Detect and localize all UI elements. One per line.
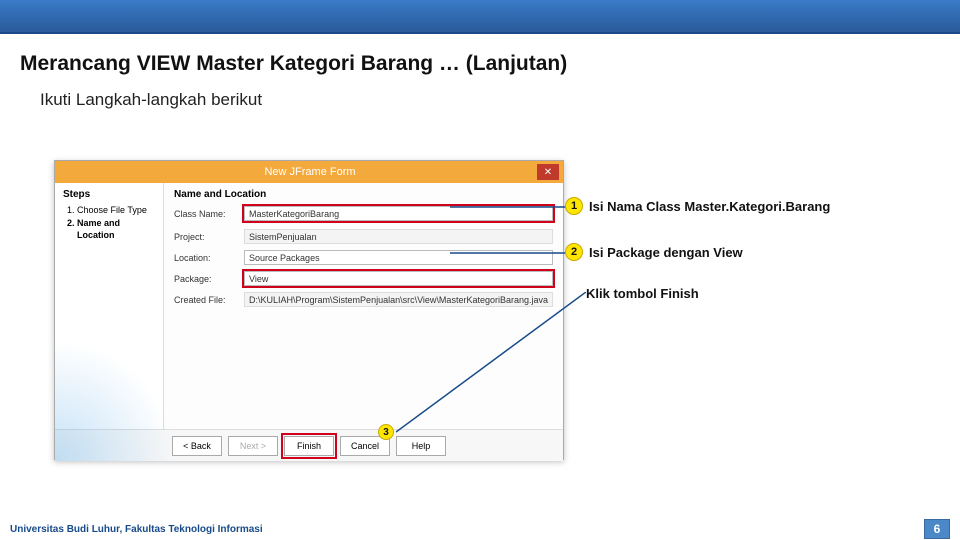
next-button: Next > bbox=[228, 436, 278, 456]
package-label: Package: bbox=[174, 274, 244, 284]
callout-1: 1 Isi Nama Class Master.Kategori.Barang bbox=[565, 197, 830, 215]
callout-2: 2 Isi Package dengan View bbox=[565, 243, 743, 261]
dialog-titlebar: New JFrame Form ✕ bbox=[55, 161, 563, 183]
created-file-label: Created File: bbox=[174, 295, 244, 305]
created-file-field: D:\KULIAH\Program\SistemPenjualan\src\Vi… bbox=[244, 292, 553, 307]
slide-footer: Universitas Budi Luhur, Fakultas Teknolo… bbox=[0, 518, 960, 540]
callout-number: 2 bbox=[565, 243, 583, 261]
new-jframe-dialog: New JFrame Form ✕ Steps Choose File Type… bbox=[54, 160, 564, 460]
footer-org: Universitas Budi Luhur, Fakultas Teknolo… bbox=[10, 524, 263, 535]
location-field[interactable]: Source Packages bbox=[244, 250, 553, 265]
page-number: 6 bbox=[924, 519, 950, 539]
steps-panel: Steps Choose File Type Name and Location bbox=[55, 183, 164, 429]
dialog-button-bar: < Back Next > Finish Cancel Help bbox=[55, 429, 563, 461]
location-label: Location: bbox=[174, 253, 244, 263]
project-label: Project: bbox=[174, 232, 244, 242]
form-header: Name and Location bbox=[174, 189, 553, 200]
slide-subtitle: Ikuti Langkah-langkah berikut bbox=[40, 90, 960, 110]
callout-text: Klik tombol Finish bbox=[586, 286, 699, 301]
callout-number: 1 bbox=[565, 197, 583, 215]
slide-top-bar bbox=[0, 0, 960, 34]
close-icon[interactable]: ✕ bbox=[537, 164, 559, 180]
step-item: Choose File Type bbox=[77, 204, 155, 217]
steps-header: Steps bbox=[63, 189, 155, 200]
finish-button[interactable]: Finish bbox=[284, 436, 334, 456]
help-button[interactable]: Help bbox=[396, 436, 446, 456]
slide-title: Merancang VIEW Master Kategori Barang … … bbox=[20, 52, 960, 76]
form-panel: Name and Location Class Name: MasterKate… bbox=[164, 183, 563, 429]
package-field[interactable]: View bbox=[244, 271, 553, 286]
callout-text: Isi Package dengan View bbox=[589, 245, 743, 260]
callout-number: 3 bbox=[378, 424, 394, 440]
step-item: Name and Location bbox=[77, 217, 155, 242]
dialog-title: New JFrame Form bbox=[83, 166, 537, 178]
callout-text: Isi Nama Class Master.Kategori.Barang bbox=[589, 199, 830, 214]
class-name-field[interactable]: MasterKategoriBarang bbox=[244, 206, 553, 221]
project-field: SistemPenjualan bbox=[244, 229, 553, 244]
back-button[interactable]: < Back bbox=[172, 436, 222, 456]
class-name-label: Class Name: bbox=[174, 209, 244, 219]
